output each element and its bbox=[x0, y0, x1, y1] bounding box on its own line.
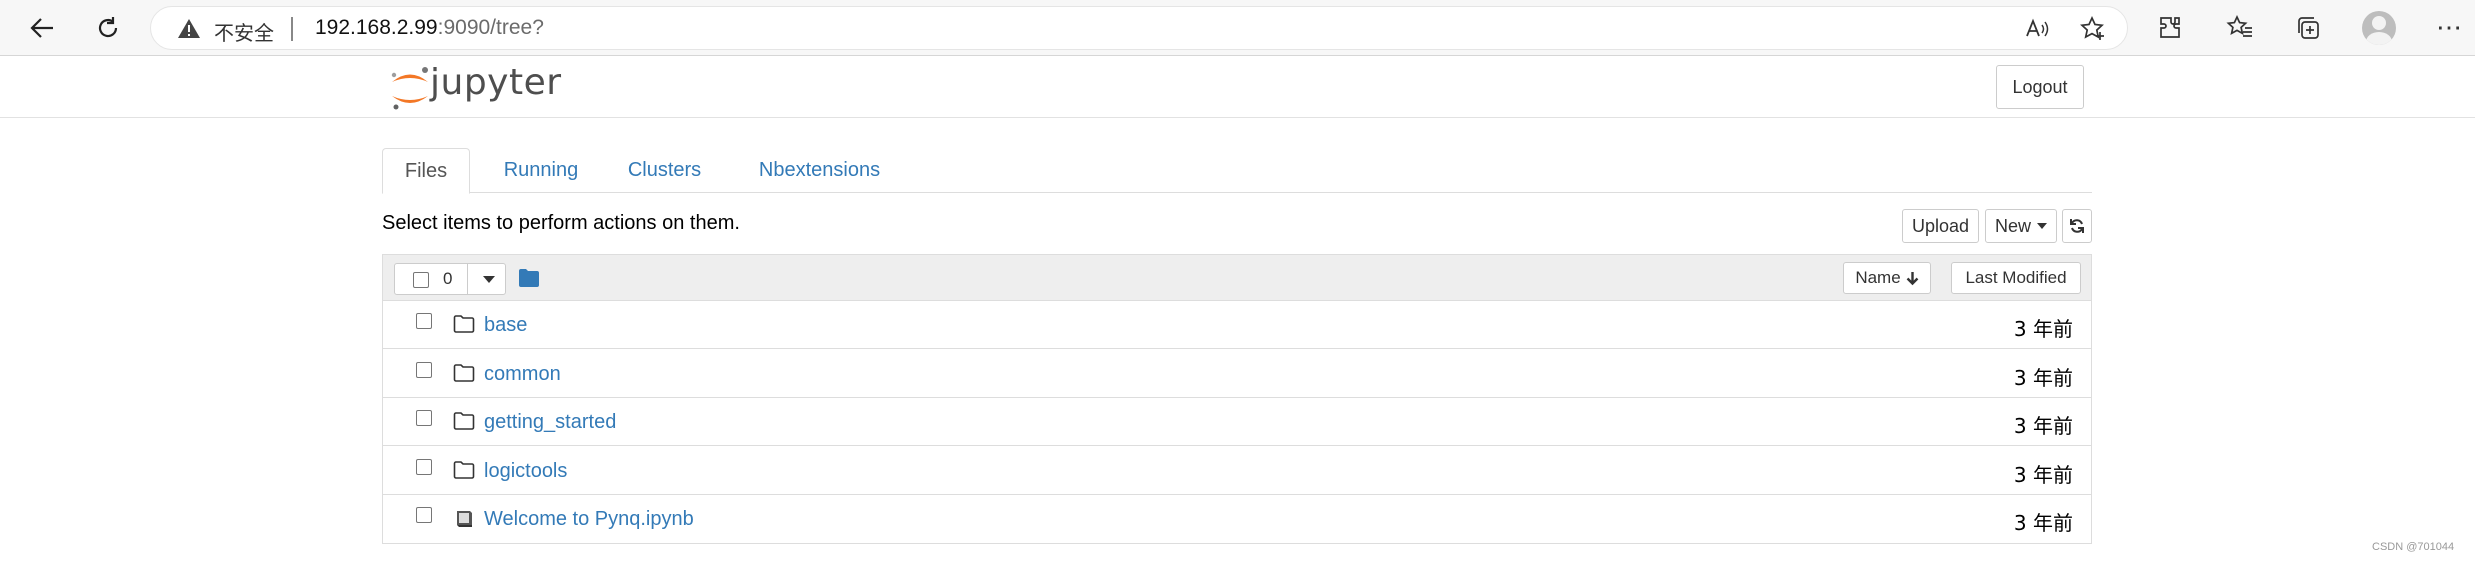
refresh-icon[interactable] bbox=[88, 8, 128, 48]
address-separator bbox=[291, 17, 293, 41]
jupyter-logo-icon[interactable] bbox=[388, 65, 432, 111]
selected-count: 0 bbox=[443, 269, 453, 288]
item-modified: 3 年前 bbox=[2013, 365, 2073, 390]
url-text[interactable]: 192.168.2.99:9090/tree? bbox=[315, 16, 544, 40]
sort-last-modified-button[interactable]: Last Modified bbox=[1951, 262, 2081, 294]
refresh-list-button[interactable] bbox=[2062, 209, 2092, 243]
folder-breadcrumb-icon[interactable] bbox=[519, 269, 539, 287]
item-modified: 3 年前 bbox=[2013, 462, 2073, 487]
notebook-icon bbox=[453, 508, 475, 528]
list-item[interactable]: base 3 年前 bbox=[383, 301, 2091, 349]
item-checkbox[interactable] bbox=[416, 410, 432, 427]
item-modified: 3 年前 bbox=[2013, 317, 2073, 341]
favorites-icon[interactable] bbox=[2224, 12, 2256, 44]
browser-toolbar: 不安全 192.168.2.99:9090/tree? ⋯ bbox=[0, 0, 2475, 56]
upload-button[interactable]: Upload bbox=[1902, 209, 1979, 243]
new-button-label: New bbox=[1994, 215, 2031, 236]
read-aloud-icon[interactable] bbox=[2023, 15, 2051, 43]
select-all-control[interactable]: 0 bbox=[394, 263, 506, 295]
back-icon[interactable] bbox=[22, 8, 62, 48]
list-item[interactable]: Welcome to Pynq.ipynb 3 年前 bbox=[383, 495, 2091, 543]
jupyter-logo-text[interactable]: jupyter bbox=[430, 62, 562, 103]
tab-clusters[interactable]: Clusters bbox=[607, 148, 722, 193]
item-modified: 3 年前 bbox=[2013, 511, 2073, 536]
profile-avatar[interactable] bbox=[2362, 11, 2396, 45]
security-status[interactable]: 不安全 bbox=[214, 17, 274, 46]
item-checkbox[interactable] bbox=[416, 458, 432, 475]
tab-running[interactable]: Running bbox=[480, 148, 602, 193]
item-name-link[interactable]: common bbox=[484, 363, 561, 386]
item-name-link[interactable]: Welcome to Pynq.ipynb bbox=[484, 508, 694, 531]
main-tabs: Files Running Clusters Nbextensions bbox=[382, 148, 2092, 194]
item-checkbox[interactable] bbox=[416, 507, 432, 524]
refresh-list-icon bbox=[2070, 219, 2084, 233]
url-path: :9090/tree? bbox=[437, 16, 544, 39]
jupyter-header: jupyter Logout bbox=[0, 57, 2475, 118]
tab-nbextensions[interactable]: Nbextensions bbox=[732, 148, 907, 193]
list-item[interactable]: logictools 3 年前 bbox=[383, 447, 2091, 495]
selection-hint: Select items to perform actions on them. bbox=[382, 212, 740, 234]
item-modified: 3 年前 bbox=[2013, 414, 2073, 439]
add-favorite-icon[interactable] bbox=[2079, 15, 2107, 43]
list-item[interactable]: common 3 年前 bbox=[383, 350, 2091, 398]
list-item[interactable]: getting_started 3 年前 bbox=[383, 398, 2091, 447]
caret-down-icon bbox=[2037, 223, 2047, 229]
more-options-icon[interactable]: ⋯ bbox=[2436, 12, 2463, 43]
select-all-checkbox[interactable] bbox=[413, 272, 429, 288]
collections-icon[interactable] bbox=[2292, 12, 2324, 44]
url-host: 192.168.2.99 bbox=[315, 16, 438, 39]
file-list-header: 0 Name Last Modified bbox=[383, 255, 2091, 301]
watermark: CSDN @701044 bbox=[2372, 541, 2455, 553]
item-checkbox[interactable] bbox=[416, 313, 432, 329]
folder-icon bbox=[453, 363, 475, 383]
folder-icon bbox=[453, 314, 475, 334]
folder-icon bbox=[453, 460, 475, 480]
extensions-icon[interactable] bbox=[2154, 12, 2186, 44]
item-name-link[interactable]: base bbox=[484, 314, 527, 337]
new-button[interactable]: New bbox=[1985, 209, 2057, 243]
item-name-link[interactable]: getting_started bbox=[484, 411, 616, 434]
arrow-down-icon bbox=[1906, 271, 1919, 285]
warning-icon bbox=[178, 19, 200, 38]
item-name-link[interactable]: logictools bbox=[484, 460, 567, 483]
sort-name-label: Name bbox=[1855, 268, 1901, 287]
sort-name-button[interactable]: Name bbox=[1843, 262, 1931, 294]
address-bar[interactable]: 不安全 192.168.2.99:9090/tree? bbox=[150, 6, 2128, 50]
folder-icon bbox=[453, 411, 475, 431]
tab-files[interactable]: Files bbox=[382, 148, 470, 194]
file-list: 0 Name Last Modified base 3 年前 common 3 年前 g… bbox=[382, 254, 2092, 544]
select-menu-caret-icon[interactable] bbox=[483, 276, 495, 283]
logout-button[interactable]: Logout bbox=[1996, 65, 2084, 109]
item-checkbox[interactable] bbox=[416, 361, 432, 378]
select-divider bbox=[467, 264, 468, 294]
